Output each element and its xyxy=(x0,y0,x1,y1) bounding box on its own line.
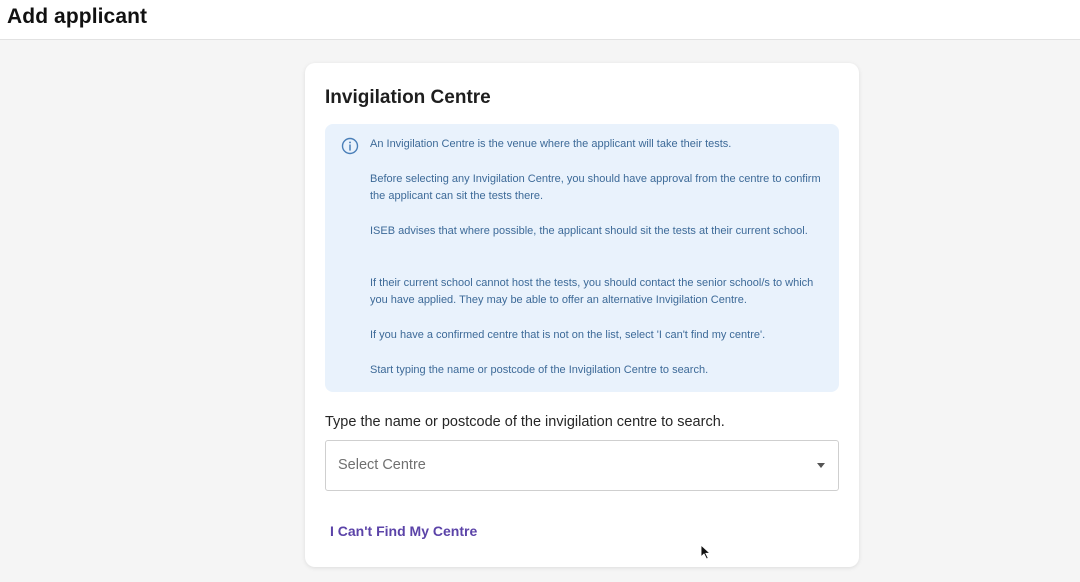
mouse-pointer-icon xyxy=(700,544,711,560)
card-title: Invigilation Centre xyxy=(325,87,491,108)
info-paragraph: ISEB advises that where possible, the ap… xyxy=(370,225,808,237)
page-title: Add applicant xyxy=(7,5,148,28)
cant-find-centre-link[interactable]: I Can't Find My Centre xyxy=(330,523,477,539)
invigilation-centre-card: Invigilation Centre An Invigilation Cent… xyxy=(305,63,859,567)
top-bar: Add applicant xyxy=(0,0,1080,40)
info-paragraph: Start typing the name or postcode of the… xyxy=(370,364,709,376)
info-circle-icon xyxy=(341,137,359,155)
select-placeholder: Select Centre xyxy=(338,457,426,473)
centre-search-label: Type the name or postcode of the invigil… xyxy=(325,414,725,430)
select-centre-dropdown[interactable]: Select Centre xyxy=(325,440,839,491)
info-paragraph: An Invigilation Centre is the venue wher… xyxy=(370,138,732,150)
info-paragraph: If their current school cannot host the … xyxy=(370,277,814,306)
chevron-down-icon[interactable] xyxy=(817,463,825,468)
info-callout: An Invigilation Centre is the venue wher… xyxy=(325,124,839,392)
info-paragraph: If you have a confirmed centre that is n… xyxy=(370,329,766,341)
info-paragraph: Before selecting any Invigilation Centre… xyxy=(370,173,821,202)
